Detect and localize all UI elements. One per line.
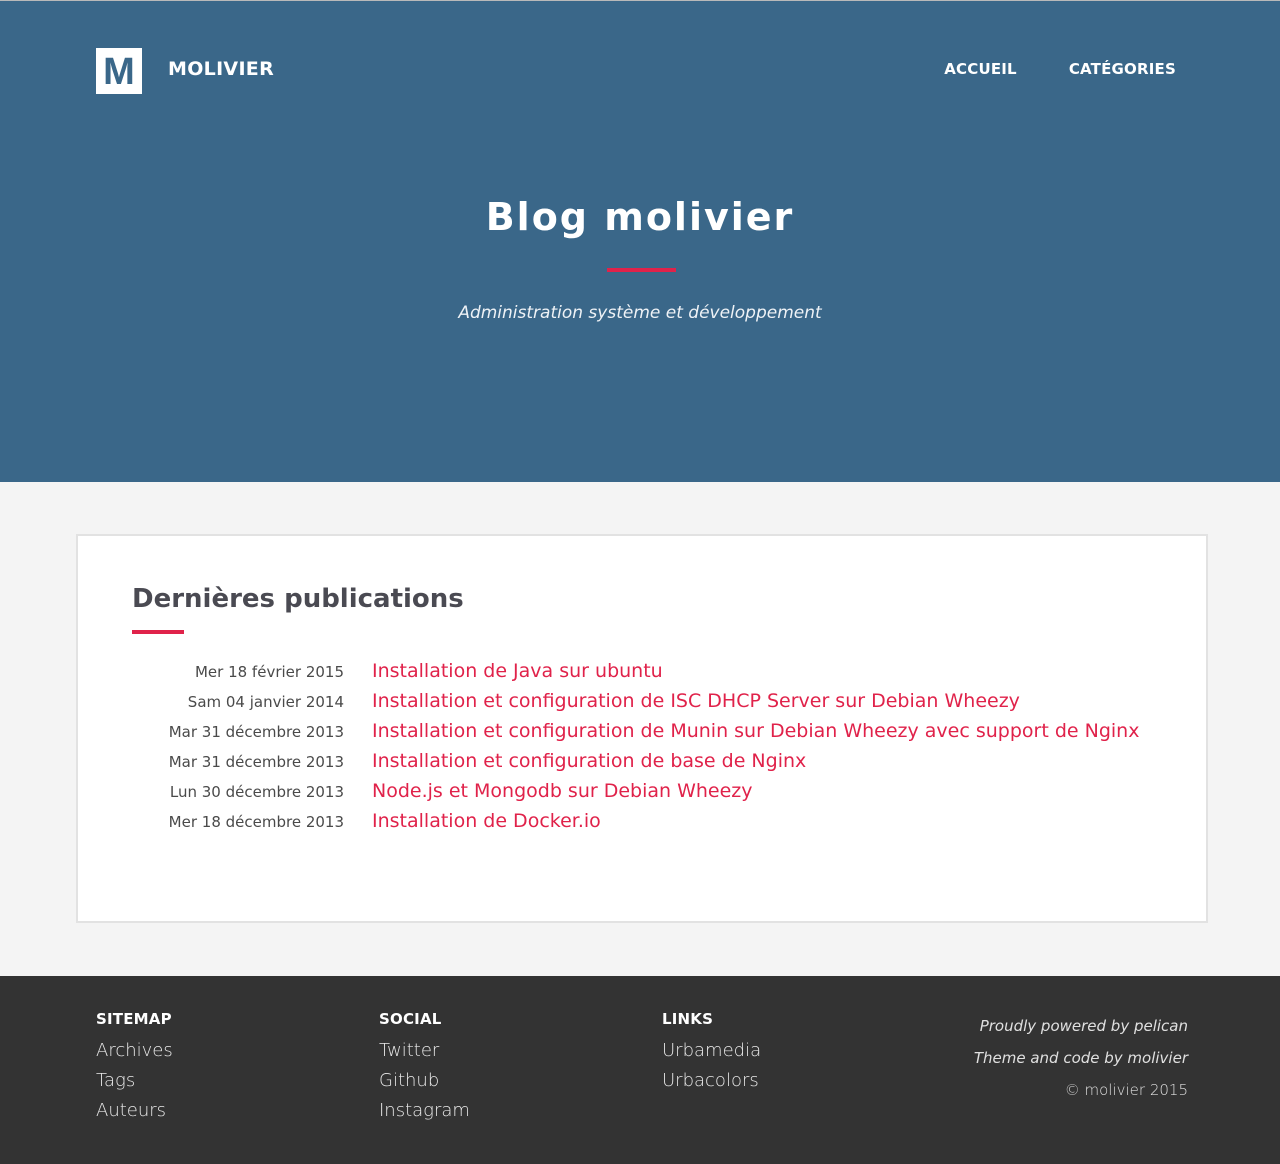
credits-copyright: © molivier 2015 <box>1064 1081 1188 1099</box>
post-link[interactable]: Installation et configuration de base de… <box>372 750 806 772</box>
heading-underline <box>132 630 184 634</box>
footer-sitemap: SITEMAP Archives Tags Auteurs <box>96 1010 173 1126</box>
post-date: Mar 31 décembre 2013 <box>168 753 344 771</box>
post-row: Mer 18 février 2015 Installation de Java… <box>132 660 1172 690</box>
post-link[interactable]: Installation et configuration de ISC DHC… <box>372 690 1020 712</box>
post-link[interactable]: Installation de Java sur ubuntu <box>372 660 663 682</box>
post-link[interactable]: Installation et configuration de Munin s… <box>372 720 1139 742</box>
section-heading: Dernières publications <box>132 584 464 614</box>
post-date: Lun 30 décembre 2013 <box>169 783 344 801</box>
latest-posts-card: Dernières publications Mer 18 février 20… <box>76 534 1208 923</box>
nav-categories[interactable]: CATÉGORIES <box>1069 60 1176 78</box>
post-row: Mar 31 décembre 2013 Installation et con… <box>132 720 1172 750</box>
logo[interactable]: M <box>96 48 142 94</box>
post-date: Sam 04 janvier 2014 <box>187 693 344 711</box>
site-tagline: Administration système et développement <box>458 303 822 323</box>
post-date: Mar 31 décembre 2013 <box>168 723 344 741</box>
footer-social-title: SOCIAL <box>379 1010 442 1028</box>
footer-link-urbacolors[interactable]: Urbacolors <box>662 1066 761 1096</box>
posts-list: Mer 18 février 2015 Installation de Java… <box>132 660 1172 840</box>
footer-link-tags[interactable]: Tags <box>96 1066 173 1096</box>
footer-social: SOCIAL Twitter Github Instagram <box>379 1010 470 1126</box>
site-footer: SITEMAP Archives Tags Auteurs SOCIAL Twi… <box>0 976 1280 1164</box>
logo-letter: M <box>103 51 135 93</box>
post-date: Mer 18 décembre 2013 <box>168 813 344 831</box>
post-link[interactable]: Node.js et Mongodb sur Debian Wheezy <box>372 780 753 802</box>
footer-link-instagram[interactable]: Instagram <box>379 1096 470 1126</box>
brand-link[interactable]: MOLIVIER <box>168 58 274 80</box>
footer-link-archives[interactable]: Archives <box>96 1036 173 1066</box>
post-row: Sam 04 janvier 2014 Installation et conf… <box>132 690 1172 720</box>
footer-links: LINKS Urbamedia Urbacolors <box>662 1010 761 1096</box>
title-underline <box>607 268 676 272</box>
post-date: Mer 18 février 2015 <box>194 663 344 681</box>
post-row: Mar 31 décembre 2013 Installation et con… <box>132 750 1172 780</box>
footer-link-auteurs[interactable]: Auteurs <box>96 1096 173 1126</box>
footer-link-twitter[interactable]: Twitter <box>379 1036 470 1066</box>
footer-links-title: LINKS <box>662 1010 714 1028</box>
footer-sitemap-title: SITEMAP <box>96 1010 172 1028</box>
post-link[interactable]: Installation de Docker.io <box>372 810 601 832</box>
footer-link-urbamedia[interactable]: Urbamedia <box>662 1036 761 1066</box>
post-row: Lun 30 décembre 2013 Node.js et Mongodb … <box>132 780 1172 810</box>
credits-powered: Proudly powered by pelican <box>979 1017 1188 1035</box>
nav-accueil[interactable]: ACCUEIL <box>944 60 1017 78</box>
post-row: Mer 18 décembre 2013 Installation de Doc… <box>132 810 1172 840</box>
credits-theme: Theme and code by molivier <box>973 1049 1188 1067</box>
footer-link-github[interactable]: Github <box>379 1066 470 1096</box>
site-header: M MOLIVIER ACCUEIL CATÉGORIES Blog moliv… <box>0 0 1280 482</box>
site-title: Blog molivier <box>485 195 795 239</box>
main-nav: ACCUEIL CATÉGORIES <box>944 60 1176 78</box>
footer-credits: Proudly powered by pelican Theme and cod… <box>974 1010 1188 1106</box>
